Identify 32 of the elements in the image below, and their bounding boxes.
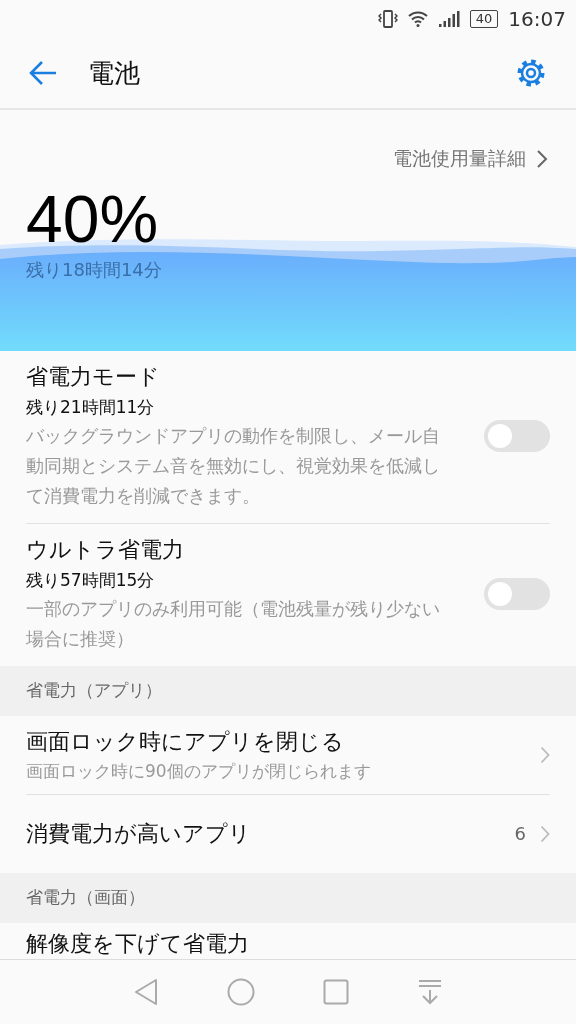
battery-percent: 40% [25,185,160,252]
chevron-right-icon [536,148,548,169]
wifi-icon [407,11,428,28]
home-icon[interactable] [226,978,255,1007]
mode-remaining-time: 残り21時間11分 [26,395,156,419]
section-header: 省電力（アプリ） [26,679,162,703]
page-title: 電池 [88,56,140,90]
setting-subtitle: 画面ロック時に90個のアプリが閉じられます [26,759,372,783]
notification-pull-icon[interactable] [417,979,442,1006]
setting-title[interactable]: 解像度を下げて省電力 [26,928,550,961]
toggle-switch[interactable] [484,577,550,610]
recent-apps-icon[interactable] [323,979,350,1006]
setting-title[interactable]: 消費電力が高いアプリ [26,817,501,850]
back-arrow-icon[interactable] [28,60,58,87]
mode-remaining-time: 残り57時間15分 [26,568,156,592]
remaining-time: 残り18時間14分 [25,257,163,282]
app-count: 6 [514,823,526,845]
usage-details-link[interactable]: 電池使用量詳細 [393,145,526,172]
vibrate-icon [377,10,398,29]
chevron-right-icon [540,745,550,764]
mode-title: ウルトラ省電力 [26,535,185,564]
signal-icon [437,11,460,28]
mode-description: バックグラウンドアプリの動作を制限し、メール自動同期とシステム音を無効にし、視覚効果を低減して消費電力を削減できます。 [26,423,441,508]
clock-time: 16:07 [508,7,566,32]
setting-title[interactable]: 画面ロック時にアプリを閉じる [26,725,526,758]
battery-level: 40 [469,10,499,29]
mode-title: 省電力モード [26,362,161,391]
mode-description: 一部のアプリのみ利用可能（電池残量が残り少ない場合に推奨） [26,596,441,651]
back-icon[interactable] [134,978,159,1007]
section-header: 省電力（画面） [26,886,145,910]
toggle-switch[interactable] [484,419,550,452]
chevron-right-icon [540,824,550,843]
